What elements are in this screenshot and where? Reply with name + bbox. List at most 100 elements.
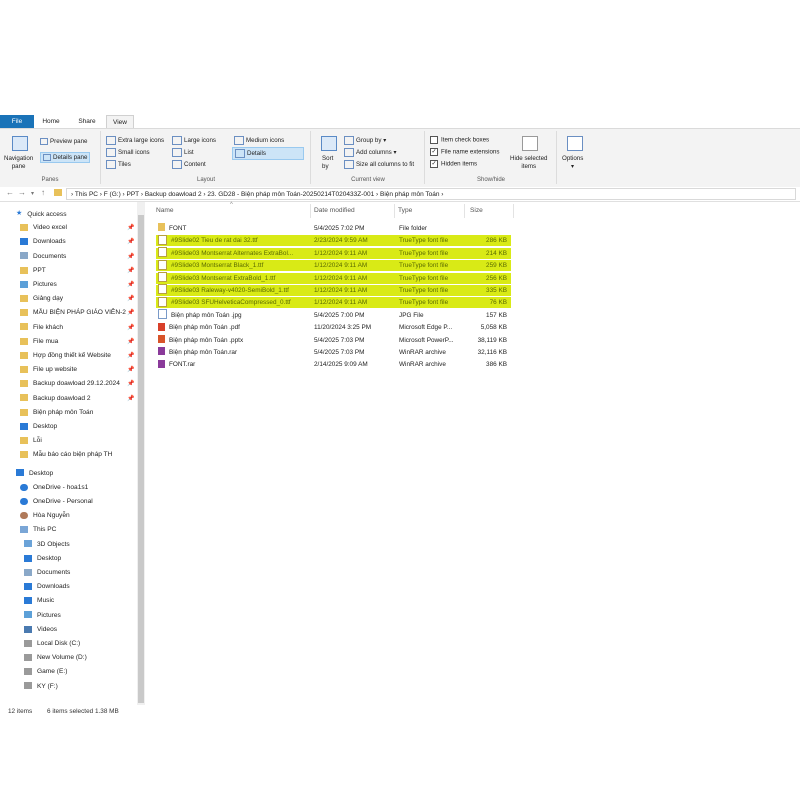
nav-item[interactable]: Pictures [20,278,57,292]
item-check-boxes-toggle[interactable]: Item check boxes [430,136,489,144]
nav-item[interactable]: MẪU BIỆN PHÁP GIÁO VIÊN-2 [20,306,126,320]
checkbox-checked[interactable]: ✓ [430,148,438,156]
file-list[interactable]: Name ^ Date modified Type Size FONT 5/4/2… [146,202,800,705]
file-row[interactable]: #9Slide02 Tieu de rat dai 32.ttf 2/23/202… [156,234,511,247]
column-name[interactable]: Name [156,207,174,214]
column-type[interactable]: Type [398,207,412,214]
breadcrumb-drive[interactable]: F (G:) [104,191,121,198]
hidden-items-toggle[interactable]: ✓ Hidden items [430,160,477,168]
pin-icon[interactable]: 📌 [127,324,134,331]
nav-item[interactable]: Desktop [20,420,57,434]
nav-item[interactable]: Video excel [20,221,67,235]
sort-by-button[interactable]: Sort by [322,155,333,171]
nav-item[interactable]: Local Disk (C:) [24,637,80,651]
pin-icon[interactable]: 📌 [127,295,134,302]
size-all-columns-button[interactable]: Size all columns to fit [344,160,414,169]
file-row[interactable]: Biện pháp môn Toán .pdf 11/20/2024 3:25 P… [156,322,511,333]
nav-item[interactable]: PPT [20,264,46,278]
nav-item[interactable]: Biện pháp môn Toán [20,406,93,420]
pin-icon[interactable]: 📌 [127,267,134,274]
pin-icon[interactable]: 📌 [127,366,134,373]
file-row[interactable]: #9Slide03 Raleway-v4020-SemiBold_1.ttf 1/… [156,284,511,296]
layout-small-icons[interactable]: Small icons [106,148,150,157]
nav-item[interactable]: File up website [20,363,77,377]
layout-large-icons[interactable]: Large icons [172,136,216,145]
file-row[interactable]: #9Slide03 Montserrat ExtraBold_1.ttf 1/12… [156,271,511,284]
pin-icon[interactable]: 📌 [127,224,134,231]
recent-locations-icon[interactable]: ▾ [31,190,34,197]
nav-item[interactable]: Hòa Nguyễn [20,509,70,523]
file-row[interactable]: Biện pháp môn Toán .jpg 5/4/2025 7:00 PM J… [156,309,511,321]
layout-details[interactable]: Details [232,147,304,160]
checkbox-unchecked[interactable] [430,136,438,144]
nav-item[interactable]: Desktop [24,552,61,566]
breadcrumb-this-pc[interactable]: This PC [75,191,98,198]
file-row[interactable]: #9Slide03 SFUHelveticaCompressed_0.ttf 1/… [156,296,511,309]
column-date-modified[interactable]: Date modified [314,207,355,214]
breadcrumb-gd28[interactable]: 23. GD28 - Biện pháp môn Toán-20250214T0… [207,191,374,198]
nav-item[interactable]: File mua [20,335,58,349]
nav-item[interactable]: KY (F:) [24,680,58,694]
hide-selected-items-button[interactable]: Hide selected items [510,155,548,171]
preview-pane-button[interactable]: Preview pane [40,138,88,145]
pin-icon[interactable]: 📌 [127,395,134,402]
nav-item[interactable]: Videos [24,623,57,637]
nav-item[interactable]: Documents [20,250,66,264]
tab-view[interactable]: View [106,115,134,129]
column-divider[interactable] [394,204,395,218]
nav-item[interactable]: File khách [20,321,63,335]
navigation-pane-button[interactable]: Navigation pane [4,155,33,171]
pin-icon[interactable]: 📌 [127,253,134,260]
options-button[interactable]: Options [562,155,583,162]
group-by-button[interactable]: Group by ▾ [344,136,386,145]
breadcrumb[interactable]: › This PC › F (G:) › PPT › Backup doawlo… [66,188,796,200]
nav-item[interactable]: Lỗi [20,434,42,448]
breadcrumb-current[interactable]: Biện pháp môn Toán [380,191,440,198]
column-size[interactable]: Size [470,207,483,214]
nav-item[interactable]: Backup doawload 29.12.2024 [20,377,120,391]
tab-home[interactable]: Home [38,115,64,128]
column-divider[interactable] [310,204,311,218]
nav-item[interactable]: This PC [20,523,56,537]
pin-icon[interactable]: 📌 [127,281,134,288]
layout-list[interactable]: List [172,148,194,157]
file-row[interactable]: #9Slide03 Montserrat Black_1.ttf 1/12/202… [156,259,511,272]
nav-item[interactable]: Documents [24,566,70,580]
nav-item[interactable]: OneDrive - hoa1s1 [20,481,88,495]
forward-arrow-icon[interactable]: → [18,188,26,197]
layout-content[interactable]: Content [172,160,206,169]
column-divider[interactable] [464,204,465,218]
tab-file[interactable]: File [0,115,34,128]
pin-icon[interactable]: 📌 [127,309,134,316]
file-row[interactable]: #9Slide03 Montserrat Alternates ExtraBol… [156,247,511,259]
details-pane-button[interactable]: Details pane [40,152,91,164]
file-row[interactable]: Biện pháp môn Toán.rar 5/4/2025 7:03 PM Wi… [156,347,511,358]
file-row[interactable]: Biện pháp môn Toán .pptx 5/4/2025 7:03 PM… [156,334,511,346]
nav-item[interactable]: Mẫu báo cáo biện pháp TH [20,448,112,462]
nav-item[interactable]: OneDrive - Personal [20,495,93,509]
file-row[interactable]: FONT.rar 2/14/2025 9:09 AM WinRAR archive 3… [156,359,511,370]
nav-item[interactable]: Pictures [24,609,61,623]
pin-icon[interactable]: 📌 [127,338,134,345]
pin-icon[interactable]: 📌 [127,352,134,359]
breadcrumb-backup[interactable]: Backup doawload 2 [145,191,202,198]
tab-share[interactable]: Share [72,115,102,128]
nav-item[interactable]: Downloads [20,235,66,249]
pin-icon[interactable]: 📌 [127,380,134,387]
nav-item[interactable]: Game (E:) [24,665,67,679]
layout-extra-large-icons[interactable]: Extra large icons [106,136,164,145]
nav-item[interactable]: Music [24,594,54,608]
up-arrow-icon[interactable]: ↑ [41,188,45,197]
nav-item[interactable]: ★ Quick access [16,207,67,221]
file-name-extensions-toggle[interactable]: ✓ File name extensions [430,148,499,156]
navigation-pane[interactable]: ★ Quick access Video excel 📌 Downloads 📌 Docum… [0,202,146,705]
layout-medium-icons[interactable]: Medium icons [234,136,284,145]
nav-item[interactable]: 3D Objects [24,538,70,552]
column-divider[interactable] [513,204,514,218]
checkbox-checked[interactable]: ✓ [430,160,438,168]
back-arrow-icon[interactable]: ← [6,188,14,197]
add-columns-button[interactable]: Add columns ▾ [344,148,397,157]
nav-item[interactable]: Hợp đồng thiết kế Website [20,349,111,363]
layout-tiles[interactable]: Tiles [106,160,131,169]
nav-item[interactable]: Downloads [24,580,70,594]
